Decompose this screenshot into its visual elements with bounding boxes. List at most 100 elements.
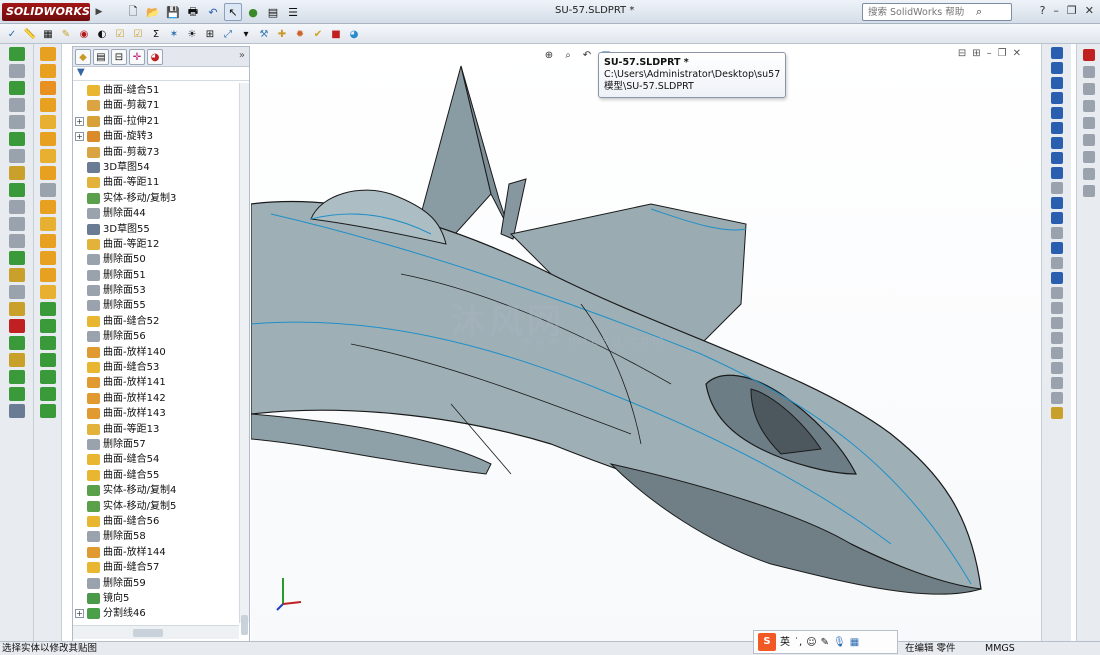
- tree-item[interactable]: 3D草图55: [73, 222, 239, 237]
- command-tool-icon[interactable]: [8, 217, 25, 231]
- task-pane-icon[interactable]: [1082, 185, 1095, 197]
- tree-item[interactable]: 曲面-放样141: [73, 375, 239, 390]
- feature-tool-icon[interactable]: [39, 98, 56, 112]
- sketch-tool-icon[interactable]: [1050, 167, 1063, 179]
- feature-manager-tab[interactable]: ◆: [75, 49, 91, 65]
- emoji-icon[interactable]: ☺: [806, 636, 816, 649]
- tree-item[interactable]: 删除面50: [73, 252, 239, 267]
- feature-tool-icon[interactable]: [39, 404, 56, 418]
- tree-item[interactable]: 曲面-缝合51: [73, 83, 239, 98]
- view-settings-icon[interactable]: ⊞: [202, 26, 218, 42]
- expand-toggle-icon[interactable]: +: [75, 116, 84, 126]
- sketch-tool-icon[interactable]: [1050, 377, 1063, 389]
- dimxpert-tab[interactable]: ✛: [129, 49, 145, 65]
- tree-item[interactable]: 实体-移动/复制5: [73, 499, 239, 514]
- command-tool-icon[interactable]: [8, 149, 25, 163]
- sum-icon[interactable]: Σ: [148, 26, 164, 42]
- tree-item[interactable]: 曲面-放样142: [73, 391, 239, 406]
- command-tool-icon[interactable]: [8, 64, 25, 78]
- zoom-to-fit-icon[interactable]: ⊕: [541, 48, 557, 62]
- task-pane-icon[interactable]: [1082, 66, 1095, 78]
- rebuild-icon[interactable]: ●: [244, 3, 262, 21]
- command-tool-icon[interactable]: [8, 404, 25, 418]
- sketch-tool-icon[interactable]: [1050, 317, 1063, 329]
- light-icon[interactable]: ☀: [184, 26, 200, 42]
- checkbox-icon-2[interactable]: ☑: [130, 26, 146, 42]
- feature-tool-icon[interactable]: [39, 353, 56, 367]
- microphone-icon[interactable]: 🎙: [833, 636, 846, 649]
- feature-tool-icon[interactable]: [39, 183, 56, 197]
- previous-view-icon[interactable]: ↶: [579, 48, 595, 62]
- feature-tool-icon[interactable]: [39, 47, 56, 61]
- command-tool-icon[interactable]: [8, 115, 25, 129]
- tree-item[interactable]: 曲面-缝合55: [73, 468, 239, 483]
- tree-item[interactable]: 删除面55: [73, 298, 239, 313]
- pen-icon[interactable]: ✎: [821, 636, 829, 649]
- sketch-tool-icon[interactable]: [1050, 182, 1063, 194]
- expand-toggle-icon[interactable]: +: [75, 132, 84, 142]
- undo-icon[interactable]: ↶: [204, 3, 222, 21]
- measure-icon[interactable]: 📏: [22, 26, 38, 42]
- configuration-manager-tab[interactable]: ⊟: [111, 49, 127, 65]
- tree-item[interactable]: + 曲面-旋转3: [73, 129, 239, 144]
- tree-item[interactable]: 曲面-等距11: [73, 175, 239, 190]
- viewport-split-icon-2[interactable]: ⊞: [972, 48, 980, 59]
- sketch-tool-icon[interactable]: [1050, 212, 1063, 224]
- task-pane-icon[interactable]: [1082, 49, 1095, 61]
- select-cursor-icon[interactable]: ↖: [224, 3, 242, 21]
- solidworks-logo[interactable]: SOLIDWORKS: [2, 3, 90, 21]
- viewport-minimize-button[interactable]: –: [987, 48, 992, 59]
- plugin-icon-2[interactable]: ✹: [292, 26, 308, 42]
- task-pane-icon[interactable]: [1082, 168, 1095, 180]
- grid-menu-icon[interactable]: ▦: [850, 636, 859, 649]
- command-tool-icon[interactable]: [8, 336, 25, 350]
- command-tool-icon[interactable]: [8, 353, 25, 367]
- feature-tool-icon[interactable]: [39, 370, 56, 384]
- graphics-viewport[interactable]: ⊕ ⌕ ↶ ▣ ⊟ ⊞ – ❐ ✕ SU-57.SLDPRT * C:\User…: [251, 44, 1041, 641]
- tree-item[interactable]: 删除面59: [73, 576, 239, 591]
- feature-tool-icon[interactable]: [39, 166, 56, 180]
- tree-item[interactable]: 曲面-放样140: [73, 345, 239, 360]
- feature-tool-icon[interactable]: [39, 302, 56, 316]
- color-square-icon[interactable]: ■: [328, 26, 344, 42]
- sketch-tool-icon[interactable]: [1050, 122, 1063, 134]
- sketch-tool-icon[interactable]: [1050, 287, 1063, 299]
- sketch-tool-icon[interactable]: [1050, 227, 1063, 239]
- sketch-tool-icon[interactable]: [1050, 152, 1063, 164]
- print-icon[interactable]: 🖶: [184, 3, 202, 21]
- help-search-box[interactable]: ⌕: [862, 3, 1012, 21]
- close-button[interactable]: ✕: [1085, 4, 1094, 17]
- tree-item[interactable]: 曲面-剪裁73: [73, 145, 239, 160]
- command-tool-icon[interactable]: [8, 166, 25, 180]
- plugin-icon[interactable]: ✚: [274, 26, 290, 42]
- tree-item[interactable]: 删除面56: [73, 329, 239, 344]
- tools-icon[interactable]: ⚒: [256, 26, 272, 42]
- tree-vertical-scrollbar[interactable]: [239, 83, 249, 635]
- tree-item[interactable]: 删除面53: [73, 283, 239, 298]
- filter-icon[interactable]: ▼: [73, 67, 249, 81]
- feature-tool-icon[interactable]: [39, 115, 56, 129]
- punctuation-icon[interactable]: ˙,: [794, 636, 802, 649]
- feature-tool-icon[interactable]: [39, 200, 56, 214]
- menu-arrow-icon[interactable]: ▶: [92, 3, 106, 21]
- feature-tool-icon[interactable]: [39, 149, 56, 163]
- sketch-tool-icon[interactable]: [1050, 47, 1063, 59]
- sketch-tool-icon[interactable]: [1050, 197, 1063, 209]
- command-tool-icon[interactable]: [8, 98, 25, 112]
- appearance-icon[interactable]: ◕: [346, 26, 362, 42]
- sketch-tool-icon[interactable]: [1050, 62, 1063, 74]
- tree-item[interactable]: 曲面-缝合52: [73, 314, 239, 329]
- new-document-icon[interactable]: 🗋: [124, 3, 142, 21]
- tree-item[interactable]: 曲面-缝合54: [73, 452, 239, 467]
- section-view-icon[interactable]: ◐: [94, 26, 110, 42]
- sketch-tool-icon[interactable]: [1050, 257, 1063, 269]
- check-icon[interactable]: ✔: [310, 26, 326, 42]
- tree-item[interactable]: 删除面44: [73, 206, 239, 221]
- tree-item[interactable]: 曲面-缝合53: [73, 360, 239, 375]
- options-icon[interactable]: ☰: [284, 3, 302, 21]
- command-tool-icon[interactable]: [8, 302, 25, 316]
- ime-language[interactable]: 英: [780, 636, 790, 649]
- expand-toggle-icon[interactable]: +: [75, 609, 84, 619]
- tree-item[interactable]: 曲面-等距12: [73, 237, 239, 252]
- tree-item[interactable]: 曲面-等距13: [73, 422, 239, 437]
